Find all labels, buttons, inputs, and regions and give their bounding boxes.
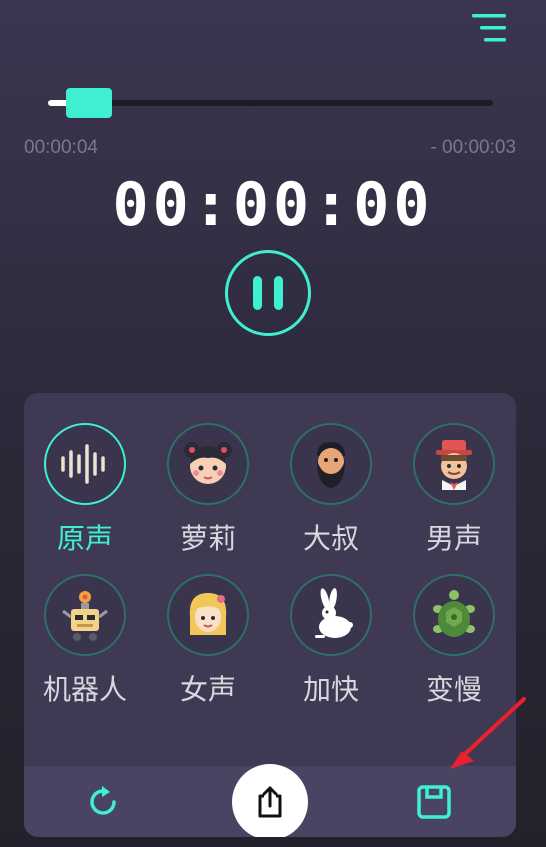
effect-male[interactable]: 男声	[399, 423, 509, 557]
woman-face-icon	[189, 593, 227, 635]
bottom-action-bar	[24, 764, 516, 837]
pause-icon	[247, 276, 289, 310]
effect-label: 男声	[425, 523, 482, 554]
effect-icon-circle	[413, 574, 495, 656]
effect-label: 机器人	[42, 674, 127, 705]
reset-button[interactable]	[86, 784, 122, 825]
menu-lines-icon	[472, 14, 506, 42]
effect-label: 大叔	[302, 523, 359, 554]
effect-faster[interactable]: 加快	[276, 574, 386, 708]
effect-icon-circle	[44, 423, 126, 505]
effect-female[interactable]: 女声	[153, 574, 263, 708]
effect-slower[interactable]: 变慢	[399, 574, 509, 708]
effect-label: 变慢	[425, 674, 482, 705]
girl-face-icon	[184, 442, 232, 484]
man-hat-icon	[436, 440, 472, 490]
effect-uncle[interactable]: 大叔	[276, 423, 386, 557]
effect-icon-circle	[290, 423, 372, 505]
progress-track[interactable]	[48, 100, 493, 106]
effect-label: 女声	[179, 674, 236, 705]
progress-thumb[interactable]	[66, 88, 112, 118]
effect-icon-circle	[167, 423, 249, 505]
pause-button[interactable]	[225, 250, 311, 336]
remaining-time: - 00:00:03	[430, 137, 516, 158]
rabbit-icon	[315, 588, 353, 638]
menu-button[interactable]	[470, 12, 510, 48]
share-button[interactable]	[232, 764, 308, 837]
effect-label: 加快	[302, 674, 359, 705]
effect-robot[interactable]: 机器人	[30, 574, 140, 708]
turtle-icon	[433, 590, 475, 637]
soundwave-icon	[61, 444, 105, 484]
effect-icon-circle	[413, 423, 495, 505]
robot-icon	[62, 591, 108, 641]
refresh-icon	[90, 786, 116, 815]
effect-label: 萝莉	[179, 523, 236, 554]
effect-icon-circle	[290, 574, 372, 656]
timer-display: 00:00:00	[112, 170, 434, 240]
elapsed-time: 00:00:04	[24, 137, 98, 158]
bearded-man-icon	[317, 442, 345, 488]
effect-label: 原声	[56, 523, 113, 554]
share-icon	[258, 786, 282, 818]
effect-icon-circle	[44, 574, 126, 656]
save-icon	[417, 785, 451, 819]
effects-panel: 原声 萝莉 大叔 男声 机器人 女声 加快 变慢	[24, 393, 516, 837]
effect-icon-circle	[167, 574, 249, 656]
save-button[interactable]	[416, 784, 452, 825]
effect-original[interactable]: 原声	[30, 423, 140, 557]
effect-loli[interactable]: 萝莉	[153, 423, 263, 557]
